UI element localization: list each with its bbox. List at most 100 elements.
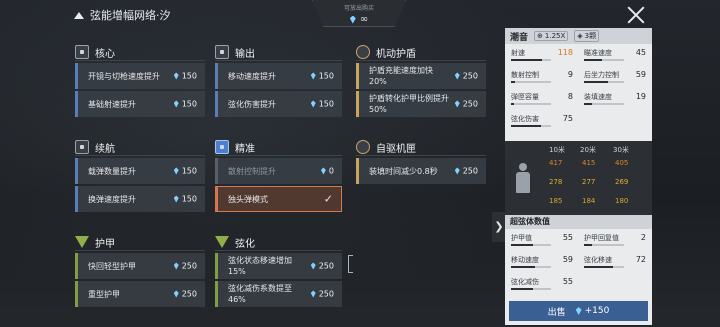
upgrade-row[interactable]: 弦化伤害提升 150	[215, 91, 342, 117]
upgrade-cost: 0	[320, 167, 334, 176]
purchase-value-text: ∞	[359, 14, 369, 25]
page-title-text: 弦能增幅网络·汐	[90, 9, 171, 22]
precision-icon	[215, 140, 229, 154]
group-name: 精准	[235, 143, 255, 155]
gem-icon	[454, 72, 460, 80]
cost-value: 250	[462, 71, 478, 81]
upgrade-cost: 250	[173, 290, 197, 299]
divider	[215, 155, 342, 156]
upgrade-row[interactable]: 换弹速度提升 150	[75, 186, 205, 212]
upgrade-row[interactable]: 护盾充能速度加快20% 250	[356, 63, 486, 89]
stat-bar	[511, 125, 551, 127]
cost-value: 150	[318, 71, 334, 81]
body-figure-icon	[515, 163, 531, 193]
divider	[75, 250, 205, 251]
gem-icon	[173, 100, 179, 108]
string-icon	[215, 236, 229, 248]
damage-value: 415	[582, 159, 596, 167]
divider	[356, 60, 486, 61]
group-name: 输出	[235, 48, 255, 60]
stat-item: 弦化移速 72	[584, 255, 646, 268]
upgrade-row-selected[interactable]: 独头弹模式 ✓	[215, 186, 342, 212]
stat-label: 弹匣容量	[511, 93, 539, 101]
group-armor: 护甲	[75, 234, 115, 250]
superstring-stats: 护甲值 55 护甲回复值 2 移动速度 59 弦化移速 72 弦化减伤 55	[505, 229, 652, 309]
upgrade-label: 载弹数量提升	[88, 166, 136, 176]
group-header: 自驱机匣	[356, 139, 416, 155]
group-header: 护甲	[75, 234, 115, 250]
stat-item: 护甲回复值 2	[584, 233, 646, 246]
upgrade-cost: 250	[173, 262, 197, 271]
upgrade-row[interactable]: 装填时间减少0.8秒 250	[356, 158, 486, 184]
upgrade-row[interactable]: 护盾转化护甲比例提升50% 250	[356, 91, 486, 117]
upgrade-label: 散射控制提升	[228, 166, 276, 176]
weapon-stats: 射速 118 瞄准速度 45 散射控制 9 后坐力控制 59 弹匣容量 8 装填…	[505, 44, 652, 141]
upgrade-label: 快回轻型护甲	[88, 261, 136, 271]
upgrade-label: 重型护甲	[88, 289, 120, 299]
upgrade-label: 基础射速提升	[88, 99, 136, 109]
upgrade-row[interactable]: 快回轻型护甲 250	[75, 253, 205, 279]
sell-button[interactable]: 出售 +150	[509, 301, 648, 321]
upgrade-cost: 250	[454, 100, 478, 109]
group-header: 输出	[215, 44, 255, 60]
gem-icon	[173, 262, 179, 270]
stat-value: 45	[635, 48, 646, 57]
damage-by-distance: 10米 20米 30米 417 415 405 278 277 269 185 …	[505, 141, 652, 215]
gem-icon	[310, 290, 316, 298]
group-stringification: 弦化	[215, 234, 255, 250]
upgrade-label: 开镜与切枪速度提升	[88, 71, 160, 81]
upgrade-row[interactable]: 弦化减伤系数提至46% 250	[215, 281, 342, 307]
upgrade-row[interactable]: 散射控制提升 0	[215, 158, 342, 184]
network-icon	[74, 11, 84, 19]
upgrade-row[interactable]: 载弹数量提升 150	[75, 158, 205, 184]
upgrade-cost: 150	[173, 195, 197, 204]
stat-item: 射速 118	[511, 48, 573, 61]
damage-value: 269	[615, 178, 629, 186]
damage-value: 277	[582, 178, 596, 186]
upgrade-label: 护盾转化护甲比例提升50%	[369, 94, 449, 114]
stat-bar	[584, 103, 624, 105]
divider	[75, 155, 205, 156]
sell-price-value: +150	[584, 306, 610, 316]
stat-item: 瞄准速度 45	[584, 48, 646, 61]
damage-value: 180	[615, 197, 629, 205]
endurance-icon	[75, 140, 89, 154]
group-name: 自驱机匣	[376, 143, 416, 155]
stat-bar	[511, 288, 551, 290]
group-name: 续航	[95, 143, 115, 155]
stat-bar	[511, 81, 551, 83]
gem-icon	[173, 167, 179, 175]
upgrade-row[interactable]: 移动速度提升 150	[215, 63, 342, 89]
collapse-panel-chevron-icon[interactable]: ❯	[492, 212, 506, 242]
stat-label: 护甲回复值	[584, 234, 619, 242]
stat-value: 59	[635, 70, 646, 79]
damage-value: 417	[549, 159, 563, 167]
upgrade-cost: 150	[310, 71, 334, 81]
stat-label: 后坐力控制	[584, 71, 619, 79]
gem-icon	[454, 100, 460, 108]
stat-item: 装填速度 19	[584, 92, 646, 105]
upgrade-row[interactable]: 基础射速提升 150	[75, 91, 205, 117]
upgrade-row[interactable]: 弦化状态移速增加15% 250	[215, 253, 342, 279]
stat-bar	[511, 244, 551, 246]
stat-value: 75	[562, 114, 573, 123]
stat-bar	[584, 244, 624, 246]
stat-item: 散射控制 9	[511, 70, 573, 83]
upgrade-label: 独头弹模式	[228, 194, 268, 204]
purchase-indicator: 可放出购买 ∞	[312, 0, 406, 27]
upgrade-row[interactable]: 重型护甲 250	[75, 281, 205, 307]
upgrade-cost: 250	[454, 71, 478, 81]
group-self-driven-receiver: 自驱机匣	[356, 139, 416, 155]
cost-value: 150	[181, 166, 197, 176]
gem-icon	[173, 72, 179, 80]
page-title: 弦能增幅网络·汐	[74, 7, 171, 23]
stat-bar	[584, 266, 624, 268]
close-icon[interactable]	[626, 5, 646, 25]
gem-icon	[310, 72, 316, 80]
stat-value: 55	[562, 233, 573, 242]
stat-bar	[511, 266, 551, 268]
divider	[356, 155, 486, 156]
upgrade-row[interactable]: 开镜与切枪速度提升 150	[75, 63, 205, 89]
stat-bar	[511, 103, 551, 105]
gem-icon	[310, 262, 316, 270]
